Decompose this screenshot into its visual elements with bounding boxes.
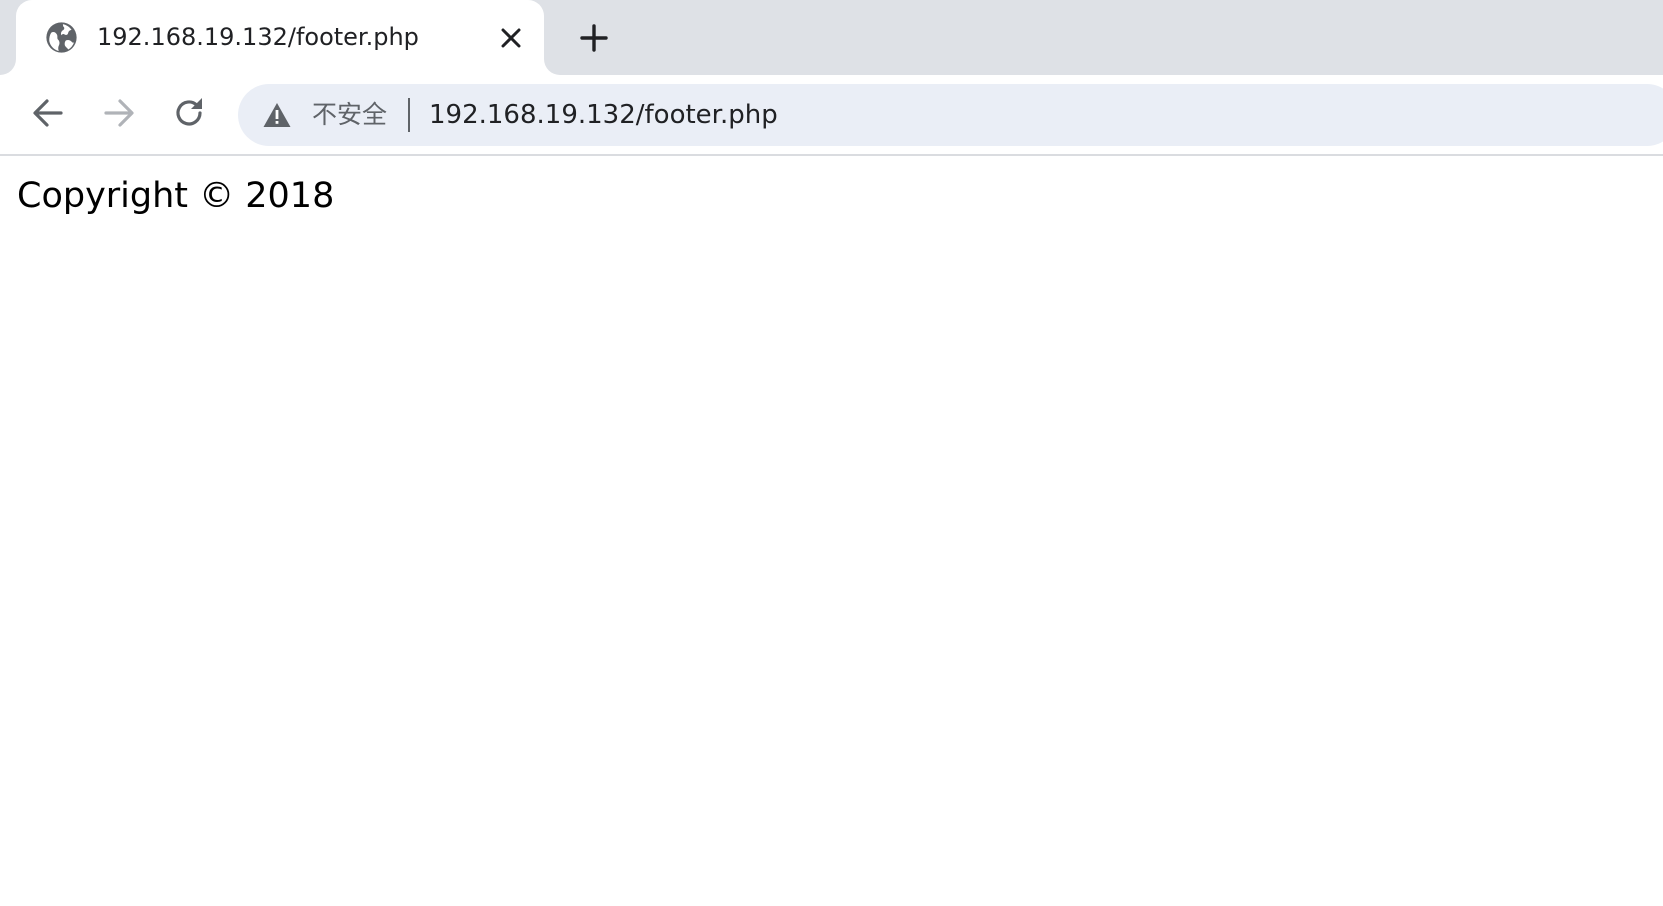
arrow-left-icon [33, 99, 63, 127]
reload-button[interactable] [169, 93, 209, 133]
browser-toolbar: 不安全 192.168.19.132/footer.php [0, 75, 1663, 156]
warning-triangle-icon[interactable] [262, 101, 292, 129]
arrow-right-icon [104, 99, 134, 127]
page-content: Copyright © 2018 [0, 156, 1663, 906]
copyright-text: Copyright © 2018 [17, 176, 335, 216]
tab-strip: 192.168.19.132/footer.php [0, 0, 1663, 75]
omnibox-divider [408, 98, 410, 132]
browser-tab-active[interactable]: 192.168.19.132/footer.php [16, 0, 544, 75]
back-button[interactable] [28, 93, 68, 133]
forward-button[interactable] [99, 93, 139, 133]
globe-icon [45, 21, 78, 54]
close-icon[interactable] [496, 23, 526, 53]
browser-window: 192.168.19.132/footer.php 不安全 192.168.19… [0, 0, 1663, 906]
security-status-label[interactable]: 不安全 [312, 98, 387, 132]
url-text[interactable]: 192.168.19.132/footer.php [429, 98, 778, 132]
tab-title: 192.168.19.132/footer.php [97, 23, 419, 51]
new-tab-button[interactable] [576, 20, 612, 56]
plus-icon [580, 24, 608, 52]
reload-icon [176, 98, 202, 126]
address-bar[interactable]: 不安全 192.168.19.132/footer.php [238, 84, 1663, 146]
